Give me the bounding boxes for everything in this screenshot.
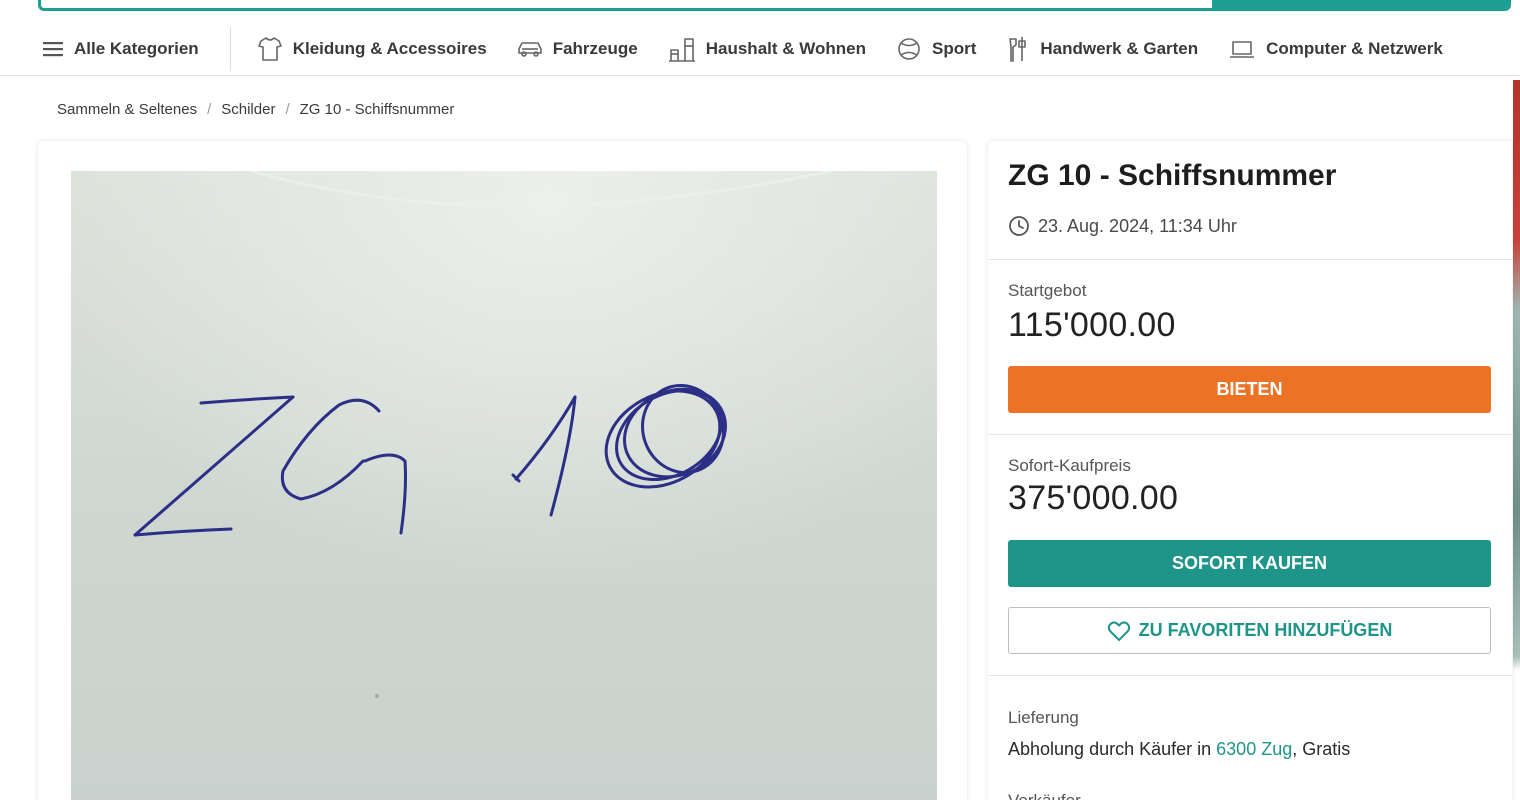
buy-now-price: 375'000.00	[1008, 479, 1179, 517]
ball-icon	[898, 37, 920, 60]
category-fahrzeuge[interactable]: Fahrzeuge	[517, 27, 638, 71]
category-label: Haushalt & Wohnen	[705, 38, 866, 58]
clock-icon	[1009, 216, 1029, 236]
tools-icon	[1009, 36, 1027, 62]
datetime-text: 23. Aug. 2024, 11:34 Uhr	[1038, 215, 1237, 236]
breadcrumb-item[interactable]: Schilder	[221, 101, 275, 118]
listing-details: ZG 10 - Schiffsnummer 23. Aug. 2024, 11:…	[988, 141, 1512, 800]
category-nav: Alle Kategorien Kleidung & Accessoires F…	[0, 22, 1520, 76]
listing-title: ZG 10 - Schiffsnummer	[1008, 159, 1337, 192]
heart-icon	[1107, 620, 1130, 641]
listing-photo[interactable]	[71, 171, 937, 800]
category-kleidung[interactable]: Kleidung & Accessoires	[257, 27, 487, 71]
favorites-label: ZU FAVORITEN HINZUFÜGEN	[1138, 620, 1393, 640]
buy-now-button[interactable]: SOFORT KAUFEN	[1008, 540, 1491, 587]
nav-divider	[229, 26, 231, 71]
start-bid-label: Startgebot	[1008, 281, 1087, 300]
gallery-card	[38, 141, 967, 800]
category-computer[interactable]: Computer & Netzwerk	[1228, 27, 1443, 71]
menu-icon	[43, 41, 63, 56]
divider	[988, 259, 1512, 260]
bid-button[interactable]: BIETEN	[1008, 366, 1491, 413]
category-handwerk[interactable]: Handwerk & Garten	[1006, 27, 1198, 71]
laptop-icon	[1230, 40, 1255, 58]
shirt-icon	[257, 36, 282, 61]
handwritten-note-drawing	[71, 171, 937, 800]
delivery-suffix: , Gratis	[1292, 739, 1351, 759]
adjacent-image-edge	[1513, 80, 1520, 800]
divider	[988, 675, 1512, 676]
category-label: Computer & Netzwerk	[1266, 38, 1443, 58]
delivery-label: Lieferung	[1008, 708, 1079, 727]
search-bar[interactable]	[38, 0, 1511, 11]
add-to-favorites-button[interactable]: ZU FAVORITEN HINZUFÜGEN	[1008, 607, 1491, 654]
category-sport[interactable]: Sport	[896, 27, 976, 71]
breadcrumb: Sammeln & Seltenes / Schilder / ZG 10 - …	[57, 101, 454, 118]
seller-label: Verkäufer	[1008, 791, 1081, 800]
delivery-info: Abholung durch Käufer in 6300 Zug, Grati…	[1008, 739, 1350, 760]
breadcrumb-separator: /	[285, 101, 290, 118]
listing-datetime: 23. Aug. 2024, 11:34 Uhr	[1008, 215, 1237, 237]
divider	[988, 434, 1512, 435]
category-label: Fahrzeuge	[552, 38, 638, 58]
all-categories-button[interactable]: Alle Kategorien	[42, 27, 199, 71]
household-icon	[668, 37, 695, 62]
all-categories-label: Alle Kategorien	[74, 38, 199, 58]
category-label: Kleidung & Accessoires	[292, 38, 487, 58]
start-bid-price: 115'000.00	[1008, 306, 1176, 344]
delivery-location-link[interactable]: 6300 Zug	[1216, 739, 1292, 759]
category-label: Sport	[931, 38, 977, 58]
breadcrumb-current: ZG 10 - Schiffsnummer	[299, 101, 455, 118]
search-button[interactable]	[1212, 0, 1508, 8]
breadcrumb-item[interactable]: Sammeln & Seltenes	[57, 101, 197, 118]
breadcrumb-separator: /	[207, 101, 212, 118]
category-label: Handwerk & Garten	[1040, 38, 1199, 58]
car-icon	[517, 41, 542, 57]
buy-now-label: Sofort-Kaufpreis	[1008, 456, 1131, 475]
category-haushalt[interactable]: Haushalt & Wohnen	[668, 27, 866, 71]
delivery-prefix: Abholung durch Käufer in	[1008, 739, 1217, 759]
